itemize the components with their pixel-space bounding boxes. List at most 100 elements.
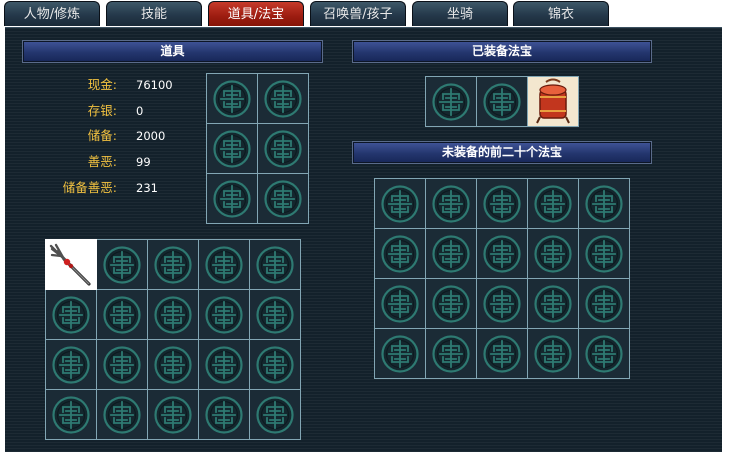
inventory-slot[interactable] <box>199 240 249 289</box>
equipped-treasure-slot[interactable] <box>477 77 527 126</box>
empty-slot-emblem-icon <box>154 245 192 284</box>
inventory-slot[interactable] <box>250 390 300 439</box>
empty-slot-emblem-icon <box>205 245 243 284</box>
empty-slot-emblem-icon <box>205 345 243 384</box>
empty-slot-emblem-icon <box>483 334 521 373</box>
unequipped-treasure-slot[interactable] <box>477 229 527 278</box>
inventory-slot[interactable] <box>46 390 96 439</box>
unequipped-treasure-slot[interactable] <box>477 179 527 228</box>
unequipped-treasure-slot[interactable] <box>375 329 425 378</box>
unequipped-treasure-slot[interactable] <box>579 229 629 278</box>
empty-slot-emblem-icon <box>205 295 243 334</box>
inventory-slot[interactable] <box>250 240 300 289</box>
empty-slot-emblem-icon <box>483 82 521 121</box>
empty-slot-emblem-icon <box>213 79 251 118</box>
empty-slot-emblem-icon <box>585 184 623 223</box>
side-item-slot[interactable] <box>207 174 257 223</box>
unequipped-treasure-slot[interactable] <box>426 279 476 328</box>
unequipped-treasure-slot[interactable] <box>426 229 476 278</box>
inventory-slot[interactable] <box>45 239 97 290</box>
unequipped-treasure-slot[interactable] <box>375 279 425 328</box>
empty-slot-emblem-icon <box>154 345 192 384</box>
unequipped-treasure-slot[interactable] <box>375 179 425 228</box>
unequipped-treasure-slot[interactable] <box>528 179 578 228</box>
unequipped-treasure-slot[interactable] <box>426 179 476 228</box>
drum-treasure-icon <box>528 77 578 126</box>
empty-slot-emblem-icon <box>154 395 192 434</box>
empty-slot-emblem-icon <box>534 334 572 373</box>
empty-slot-emblem-icon <box>483 284 521 323</box>
empty-slot-emblem-icon <box>381 184 419 223</box>
side-item-slot[interactable] <box>207 74 257 123</box>
inventory-slot[interactable] <box>97 390 147 439</box>
empty-slot-emblem-icon <box>154 295 192 334</box>
inventory-slot[interactable] <box>148 290 198 339</box>
tab-mounts[interactable]: 坐骑 <box>412 1 508 26</box>
inventory-slot[interactable] <box>250 290 300 339</box>
tab-skills[interactable]: 技能 <box>106 1 202 26</box>
main-panel: 道具 现金: 76100 存银: 0 储备: 2000 善恶: 99 储备善恶:… <box>5 27 722 452</box>
inventory-grid <box>45 239 301 440</box>
inventory-slot[interactable] <box>199 340 249 389</box>
tab-summons-children[interactable]: 召唤兽/孩子 <box>310 1 406 26</box>
side-item-slot[interactable] <box>258 174 308 223</box>
unequipped-treasure-header: 未装备的前二十个法宝 <box>352 141 652 164</box>
unequipped-treasure-slot[interactable] <box>477 329 527 378</box>
cash-label: 现金: <box>87 77 117 92</box>
inventory-slot[interactable] <box>199 290 249 339</box>
inventory-slot[interactable] <box>148 240 198 289</box>
side-item-slot[interactable] <box>258 74 308 123</box>
empty-slot-emblem-icon <box>432 184 470 223</box>
cash-value: 76100 <box>136 78 173 92</box>
unequipped-treasure-slot[interactable] <box>579 179 629 228</box>
empty-slot-emblem-icon <box>103 295 141 334</box>
unequipped-treasure-slot[interactable] <box>579 279 629 328</box>
items-section-header: 道具 <box>22 40 323 63</box>
empty-slot-emblem-icon <box>483 184 521 223</box>
tab-character-cultivation[interactable]: 人物/修炼 <box>4 1 100 26</box>
unequipped-treasure-slot[interactable] <box>528 229 578 278</box>
side-item-slot[interactable] <box>207 124 257 173</box>
empty-slot-emblem-icon <box>381 334 419 373</box>
inventory-slot[interactable] <box>46 290 96 339</box>
unequipped-treasure-slot[interactable] <box>477 279 527 328</box>
unequipped-treasure-slot[interactable] <box>528 279 578 328</box>
inventory-slot[interactable] <box>97 340 147 389</box>
reserve-karma-value: 231 <box>136 181 158 195</box>
empty-slot-emblem-icon <box>52 395 90 434</box>
empty-slot-emblem-icon <box>264 79 302 118</box>
inventory-slot[interactable] <box>148 390 198 439</box>
empty-slot-emblem-icon <box>264 129 302 168</box>
reserve-value: 2000 <box>136 129 166 143</box>
empty-slot-emblem-icon <box>256 345 294 384</box>
inventory-slot[interactable] <box>97 240 147 289</box>
reserve-karma-label: 储备善恶: <box>62 180 117 195</box>
unequipped-treasure-slot[interactable] <box>579 329 629 378</box>
empty-slot-emblem-icon <box>256 395 294 434</box>
empty-slot-emblem-icon <box>213 129 251 168</box>
inventory-slot[interactable] <box>97 290 147 339</box>
inventory-slot[interactable] <box>250 340 300 389</box>
empty-slot-emblem-icon <box>585 234 623 273</box>
empty-slot-emblem-icon <box>381 234 419 273</box>
inventory-slot[interactable] <box>199 390 249 439</box>
unequipped-treasure-slot[interactable] <box>426 329 476 378</box>
unequipped-treasure-slot[interactable] <box>375 229 425 278</box>
tab-items-treasures[interactable]: 道具/法宝 <box>208 1 304 26</box>
unequipped-treasure-slot[interactable] <box>528 329 578 378</box>
equipped-treasure-slot[interactable] <box>528 77 578 126</box>
empty-slot-emblem-icon <box>256 295 294 334</box>
unequipped-treasure-grid <box>374 178 630 379</box>
inventory-slot[interactable] <box>46 340 96 389</box>
deposit-label: 存银: <box>87 103 117 118</box>
equipped-treasure-slot[interactable] <box>426 77 476 126</box>
deposit-value: 0 <box>136 104 144 118</box>
empty-slot-emblem-icon <box>534 184 572 223</box>
trident-weapon-icon <box>49 243 91 286</box>
equipped-treasure-grid <box>425 76 579 127</box>
inventory-slot[interactable] <box>148 340 198 389</box>
empty-slot-emblem-icon <box>483 234 521 273</box>
side-item-slot[interactable] <box>258 124 308 173</box>
tab-costume[interactable]: 锦衣 <box>513 1 609 26</box>
karma-label: 善恶: <box>87 154 117 169</box>
